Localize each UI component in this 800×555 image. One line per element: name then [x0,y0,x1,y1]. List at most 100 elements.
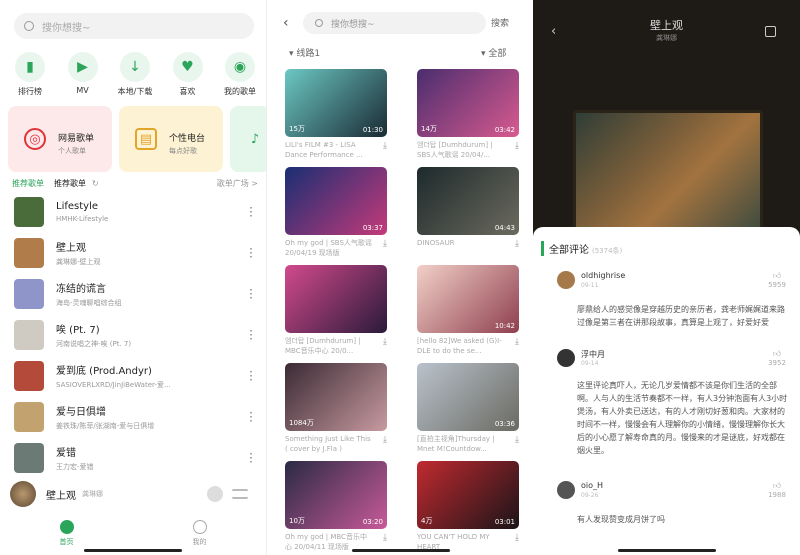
more-icon[interactable]: · · · [248,448,254,468]
comment-text: 有人发现赞变成月饼了吗 [577,515,665,524]
music-card[interactable]: ♪ [230,106,266,172]
video-card[interactable]: 1084万 Something Just Like This ( cover by… [285,363,387,454]
shortcut-mv[interactable]: ▶ MV [57,52,109,97]
download-icon[interactable]: ⤓ [515,337,519,347]
video-duration: 03:42 [494,126,515,134]
download-icon[interactable]: ⤓ [383,337,387,347]
search-icon [24,21,34,31]
video-thumbnail: 04:43 [417,167,519,235]
video-duration: 03:36 [494,420,515,428]
filter-all[interactable]: ▾ 全部 [481,46,506,59]
song-title: Lifestyle [56,201,99,212]
video-card[interactable]: 10:42 [hello 82]We asked (G)I-DLE to do t… [417,265,519,356]
shortcut-chart[interactable]: ▮ 排行榜 [4,52,56,97]
video-icon: ▶ [67,52,98,82]
like-button[interactable]: 👍︎ 5959 [767,271,787,289]
netease-icon: ◎ [24,128,46,150]
player-artist: 龚琳娜 [82,490,103,498]
song-row[interactable]: 爱与日俱增 姜铁珠/陈菲/张湖南-爱与日俱增 · · · [14,401,254,433]
video-duration: 03:37 [362,224,383,232]
comment-user[interactable]: oio_H [581,481,603,490]
video-thumbnail: 4万 03:01 [417,461,519,529]
radio-card[interactable]: ▤ 个性电台 每点好歌 [119,106,223,172]
download-icon[interactable]: ⤓ [515,239,519,249]
shortcut-like[interactable]: ♥ 喜欢 [162,52,214,97]
refresh-icon[interactable]: ↻ [92,179,99,188]
mv-screen: ‹ 搜你想搜~ 搜索 ▾ 线路1 ▾ 全部 15万 01:30 LILI's FIL… [266,0,533,555]
video-card[interactable]: 03:36 [直拍主视角]Thursday | Mnet M!Countdow..… [417,363,519,454]
user-icon [192,520,207,534]
tab-current[interactable]: 推荐歌单 [54,178,86,189]
comment-user[interactable]: oldhighrise [581,271,625,280]
song-row[interactable]: 爱到底 (Prod.Andyr) SASIOVERLXRD/JinJiBeWate… [14,360,254,392]
album-art [573,110,763,235]
like-icon: 👍︎ [772,349,782,358]
video-card[interactable]: 엠더탑 [Dumhdurum] | MBC音乐中心 20/0... ⤓ [285,265,387,356]
song-artist: 龚琳娜 [656,34,677,42]
song-row[interactable]: 唉 (Pt. 7) 河南说唱之神-唉 (Pt. 7) · · · [14,319,254,351]
video-card[interactable]: 15万 01:30 LILI's FILM #3 - LISA Dance Perf… [285,69,387,160]
download-icon[interactable]: ⤓ [515,435,519,445]
avatar[interactable] [557,481,575,499]
song-subtitle: 河南说唱之神-唉 (Pt. 7) [56,340,132,348]
shortcut-download[interactable]: ↓ 本地/下载 [109,52,161,97]
video-views: 15万 [289,125,305,133]
video-thumbnail: 03:37 [285,167,387,235]
mini-player[interactable]: 壁上观 龚琳娜 [0,477,266,511]
video-title: LILI's FILM #3 - LISA Dance Performance … [285,141,363,159]
song-row[interactable]: Lifestyle HMHK-Lifestyle · · · [14,196,254,228]
video-card[interactable]: 10万 03:20 Oh my god | MBC音乐中心 20/04/11 现场版… [285,461,387,552]
song-subtitle: 姜铁珠/陈菲/张湖南-爱与日俱增 [56,422,155,430]
song-row[interactable]: 爱错 王力宏-爱错 · · · [14,442,254,474]
like-button[interactable]: 👍︎ 1988 [767,481,787,499]
download-icon[interactable]: ⤓ [515,533,519,543]
video-title: Something Just Like This ( cover by J.Fl… [285,435,371,453]
home-indicator [84,549,182,552]
shortcut-playlist[interactable]: ◉ 我的歌单 [214,52,266,97]
netease-card[interactable]: ◎ 网易歌单 个人歌单 [8,106,112,172]
video-thumbnail [285,265,387,333]
tab-recommend[interactable]: 推荐歌单 [12,178,44,189]
download-icon[interactable]: ⤓ [383,239,387,249]
download-icon[interactable]: ⤓ [383,533,387,543]
share-icon[interactable] [765,26,776,37]
search-input[interactable]: 搜你想搜~ [14,13,254,39]
video-card[interactable]: 4万 03:01 YOU CAN'T HOLD MY HEART ⤓ [417,461,519,552]
comment-date: 09-14 [581,360,599,367]
playlist-square-link[interactable]: 歌单广场 > [217,178,258,189]
video-card[interactable]: 03:37 Oh my god | SBS人气歌谣 20/04/19 现场版 ⤓ [285,167,387,258]
disc-icon: ◉ [225,52,255,82]
comment-user[interactable]: 浮中月 [581,349,605,360]
heart-icon: ♥ [172,52,203,82]
playlist-icon[interactable] [232,489,248,499]
more-icon[interactable]: · · · [248,366,254,386]
like-button[interactable]: 👍︎ 3952 [767,349,787,367]
download-icon[interactable]: ⤓ [383,141,387,151]
comment-date: 09-11 [581,282,599,289]
more-icon[interactable]: · · · [248,284,254,304]
song-row[interactable]: 冻结的谎言 海岛-灵魂聊唱综合组 · · · [14,278,254,310]
more-icon[interactable]: · · · [248,407,254,427]
like-count: 3952 [768,359,786,367]
avatar[interactable] [557,349,575,367]
pause-icon[interactable] [207,486,223,502]
download-icon[interactable]: ⤓ [383,435,387,445]
video-title: DINOSAUR [417,239,455,247]
more-icon[interactable]: · · · [248,325,254,345]
player-title: 壁上观 [46,490,76,502]
more-icon[interactable]: · · · [248,243,254,263]
video-card[interactable]: 14万 03:42 엠더탑 [Dumhdurum] | SBS人气歌谣 20/04/… [417,69,519,160]
back-icon[interactable]: ‹ [283,15,289,31]
playlist-tabs: 推荐歌单 推荐歌单 ↻ 歌单广场 > [12,178,258,189]
song-cover [14,402,44,432]
video-duration: 03:20 [362,518,383,526]
line-select[interactable]: ▾ 线路1 [289,46,320,59]
avatar[interactable] [557,271,575,289]
more-icon[interactable]: · · · [248,202,254,222]
song-row[interactable]: 壁上观 龚琳娜-壁上观 · · · [14,237,254,269]
download-icon[interactable]: ⤓ [515,141,519,151]
radio-icon: ▤ [135,128,157,150]
search-button[interactable]: 搜索 [491,16,509,29]
mv-search-input[interactable]: 搜你想搜~ [303,12,486,34]
video-card[interactable]: 04:43 DINOSAUR ⤓ [417,167,519,258]
